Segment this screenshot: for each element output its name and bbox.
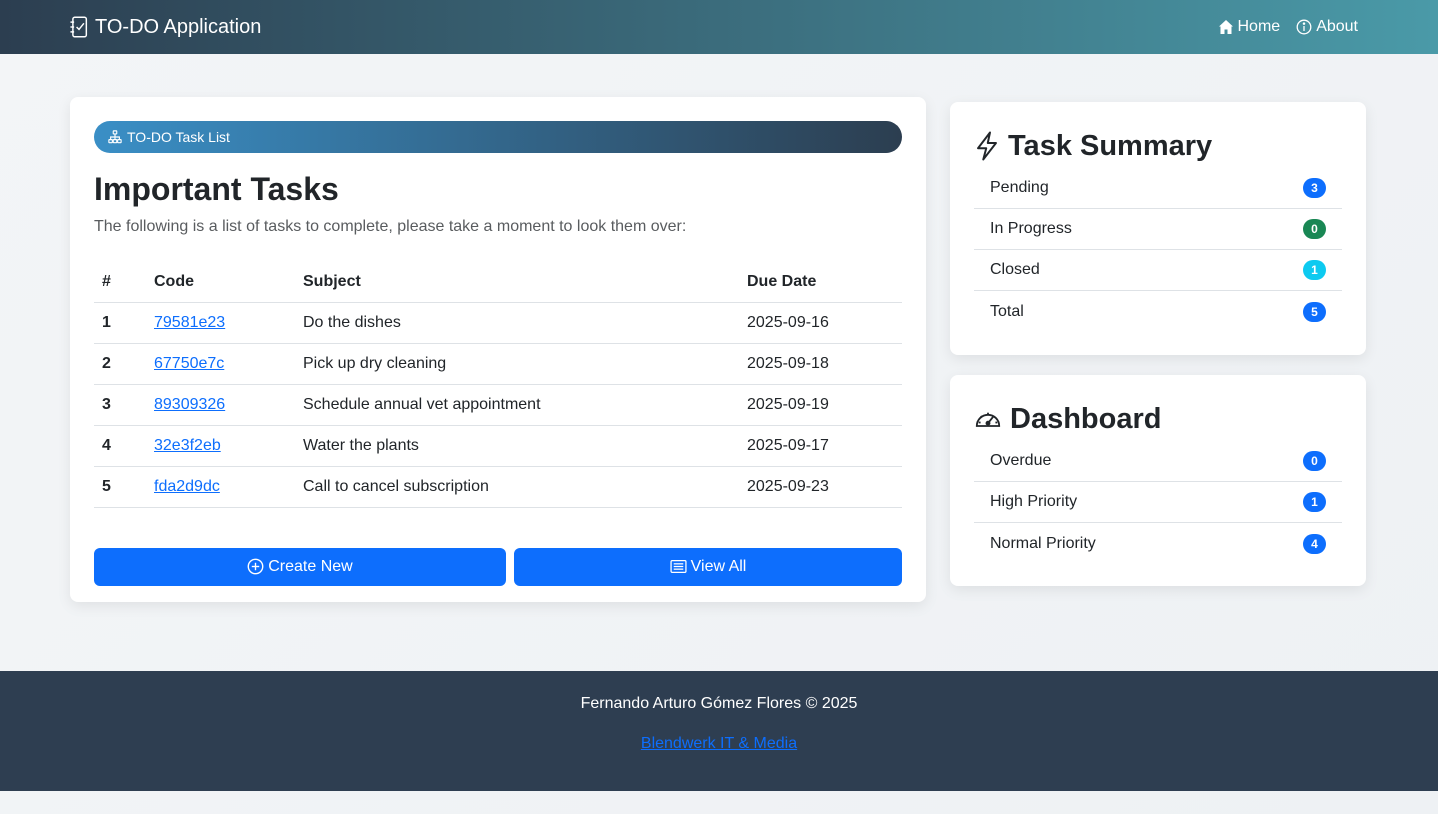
action-buttons: Create New View All [94,547,902,586]
summary-item-closed: Closed 1 [974,250,1342,291]
row-subject: Pick up dry cleaning [295,343,739,385]
count-badge: 1 [1303,492,1326,512]
footer: Fernando Arturo Gómez Flores © 2025 Blen… [0,671,1438,791]
page-title: Important Tasks [94,171,339,207]
table-row: 3 89309326 Schedule annual vet appointme… [94,384,902,426]
dashboard-label: Overdue [990,452,1052,469]
count-badge: 4 [1303,533,1326,554]
table-row: 2 67750e7c Pick up dry cleaning 2025-09-… [94,343,902,385]
view-all-label: View All [690,557,747,575]
count-badge: 3 [1303,178,1326,198]
dashboard-label: Normal Priority [990,534,1096,552]
table-row: 4 32e3f2eb Water the plants 2025-09-17 [94,425,902,467]
row-subject: Do the dishes [295,302,739,344]
table-header-row: # Code Subject Due Date [94,262,902,303]
row-num: 1 [94,302,146,344]
summary-item-pending: Pending 3 [974,168,1342,209]
journal-check-icon [70,16,88,38]
dashboard-item-normal-priority: Normal Priority 4 [974,523,1342,564]
footer-copyright: Fernando Arturo Gómez Flores © 2025 [580,695,858,712]
dashboard-card: Dashboard Overdue 0 High Priority 1 Norm… [950,375,1366,586]
task-code-link[interactable]: 67750e7c [154,355,224,372]
task-list-pill: TO-DO Task List [94,121,902,153]
create-new-label: Create New [268,557,353,575]
page-description: The following is a list of tasks to comp… [94,218,687,235]
row-subject: Schedule annual vet appointment [295,384,739,426]
task-code-link[interactable]: 32e3f2eb [154,437,221,454]
row-due-date: 2025-09-16 [739,302,902,344]
diagram-icon [108,130,122,144]
row-due-date: 2025-09-18 [739,343,902,385]
row-num: 5 [94,466,146,508]
header-num: # [94,262,146,303]
task-code-link[interactable]: fda2d9dc [154,478,220,495]
task-summary-heading: Task Summary [974,126,1342,166]
table-row: 5 fda2d9dc Call to cancel subscription 2… [94,466,902,508]
tasks-table: # Code Subject Due Date 1 79581e23 Do th… [94,262,902,508]
nav-about-link[interactable]: About [1296,18,1358,36]
count-badge: 0 [1303,219,1326,239]
count-badge: 1 [1303,260,1326,280]
pill-label: TO-DO Task List [127,129,230,145]
view-all-button[interactable]: View All [514,547,902,586]
footer-link[interactable]: Blendwerk IT & Media [641,735,797,753]
brand-title: TO-DO Application [95,15,262,38]
row-num: 4 [94,425,146,467]
lightning-icon [977,131,997,161]
summary-item-in-progress: In Progress 0 [974,209,1342,250]
task-list-card: TO-DO Task List Important Tasks The foll… [70,97,926,602]
nav-home-link[interactable]: Home [1218,18,1281,36]
row-due-date: 2025-09-19 [739,384,902,426]
summary-label: Pending [990,179,1049,196]
header-due-date: Due Date [739,262,902,303]
header-code: Code [146,262,295,303]
summary-list: Pending 3 In Progress 0 Closed 1 Total 5 [974,168,1342,332]
dashboard-heading: Dashboard [974,399,1342,439]
brand-link[interactable]: TO-DO Application [69,0,261,54]
nav-links: Home About [1218,0,1358,54]
task-summary-title: Task Summary [1008,129,1213,162]
row-subject: Call to cancel subscription [295,466,739,508]
speedometer-icon [975,412,1001,427]
nav-about-label: About [1316,18,1358,35]
dashboard-title: Dashboard [1010,402,1162,435]
table-row: 1 79581e23 Do the dishes 2025-09-16 [94,302,902,344]
summary-label: Total [990,302,1024,320]
nav-home-label: Home [1237,18,1281,35]
info-circle-icon [1296,19,1312,35]
create-new-button[interactable]: Create New [94,547,506,586]
row-num: 3 [94,384,146,426]
task-summary-card: Task Summary Pending 3 In Progress 0 Clo… [950,102,1366,355]
navbar: TO-DO Application Home About [0,0,1438,54]
summary-item-total: Total 5 [974,291,1342,332]
plus-circle-icon [247,558,264,575]
summary-label: Closed [990,261,1040,278]
list-icon [670,560,687,573]
task-code-link[interactable]: 89309326 [154,396,225,413]
house-icon [1218,20,1233,34]
row-subject: Water the plants [295,425,739,467]
row-due-date: 2025-09-23 [739,466,902,508]
dashboard-item-overdue: Overdue 0 [974,441,1342,482]
task-code-link[interactable]: 79581e23 [154,314,225,331]
dashboard-list: Overdue 0 High Priority 1 Normal Priorit… [974,441,1342,564]
header-subject: Subject [295,262,739,303]
dashboard-item-high-priority: High Priority 1 [974,482,1342,523]
row-due-date: 2025-09-17 [739,425,902,467]
row-num: 2 [94,343,146,385]
dashboard-label: High Priority [990,493,1078,510]
count-badge: 0 [1303,451,1326,471]
summary-label: In Progress [990,220,1072,237]
count-badge: 5 [1303,301,1326,322]
